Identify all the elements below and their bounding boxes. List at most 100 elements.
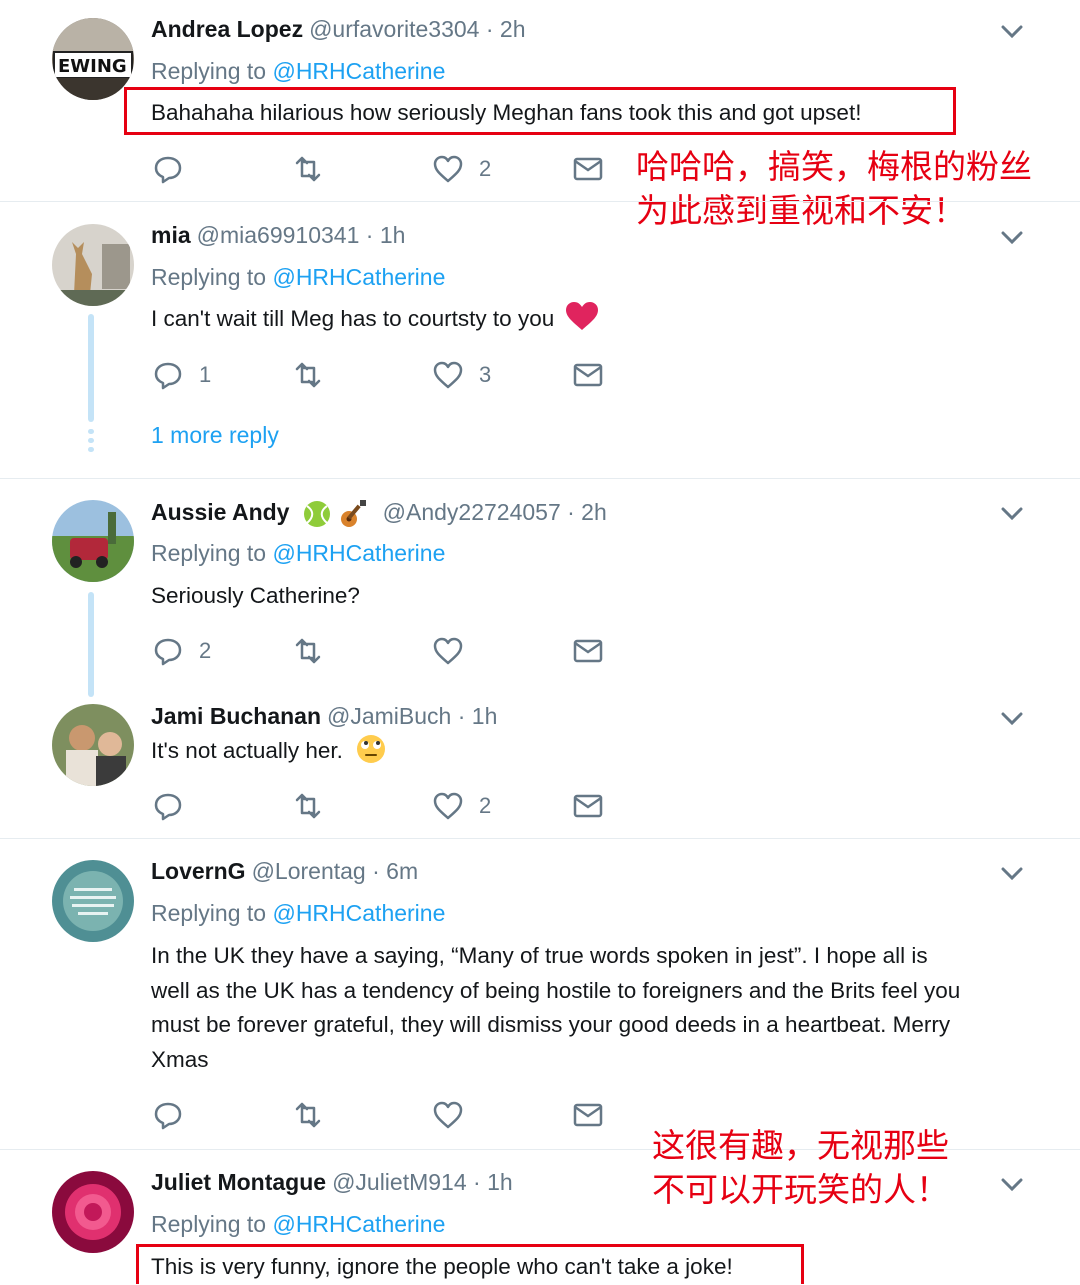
reply-count: 1 [199, 362, 212, 387]
retweet-icon [295, 638, 321, 664]
replying-to-line: Replying to @HRHCatherine [151, 1211, 445, 1238]
like-button[interactable] [431, 633, 465, 669]
like-count: 2 [479, 793, 492, 818]
handle[interactable]: @JulietM914 · 1h [332, 1169, 513, 1195]
mention-link[interactable]: @HRHCatherine [272, 900, 445, 926]
like-button[interactable] [431, 1097, 465, 1133]
tweet-text-line: must be forever grateful, they will dism… [151, 1012, 951, 1037]
avatar-image: EWING [52, 18, 134, 100]
avatar-image [52, 704, 134, 786]
like-count: 3 [479, 362, 492, 387]
reply-button[interactable] [151, 151, 185, 187]
reply-button[interactable]: 1 [151, 357, 211, 393]
avatar-image [52, 1171, 134, 1253]
handle[interactable]: @mia69910341 · 1h [197, 222, 406, 248]
highlight-box-last [136, 1244, 804, 1284]
chevron-down-icon[interactable] [1000, 24, 1024, 40]
chevron-down-icon[interactable] [1000, 866, 1024, 882]
retweet-button[interactable] [291, 151, 325, 187]
handle[interactable]: @Lorentag · 6m [252, 858, 419, 884]
replying-to-label: Replying to [151, 540, 267, 566]
replying-to-line: Replying to @HRHCatherine [151, 540, 445, 567]
retweet-icon [295, 362, 321, 388]
like-button[interactable]: 2 [431, 788, 491, 824]
handle[interactable]: @urfavorite3304 · 2h [309, 16, 525, 42]
tweet-header: Andrea Lopez @urfavorite3304 · 2h [151, 16, 526, 43]
replying-to-label: Replying to [151, 264, 267, 290]
mention-link[interactable]: @HRHCatherine [272, 58, 445, 84]
tweet-text: It's not actually her. [151, 738, 343, 763]
avatar[interactable] [52, 224, 134, 306]
tweet-text: In the UK they have a saying, “Many of t… [151, 939, 960, 1077]
display-name[interactable]: Andrea Lopez [151, 16, 303, 42]
annotation-last: 这很有趣，无视那些 不可以开玩笑的人！ [652, 1124, 949, 1212]
display-name[interactable]: Jami Buchanan [151, 703, 321, 729]
tweet-actions: 2 [151, 788, 621, 828]
guitar-emoji-icon [341, 500, 367, 527]
avatar[interactable] [52, 500, 134, 582]
dm-button[interactable] [571, 151, 605, 187]
avatar[interactable] [52, 1171, 134, 1253]
retweet-icon [295, 1102, 321, 1128]
replying-to-label: Replying to [151, 1211, 267, 1237]
tweet-loverng[interactable]: LovernG @Lorentag · 6m Replying to @HRHCa… [0, 839, 1080, 1149]
reply-count: 2 [199, 638, 212, 663]
mention-link[interactable]: @HRHCatherine [272, 264, 445, 290]
handle[interactable]: @JamiBuch · 1h [327, 703, 497, 729]
reply-icon [154, 638, 182, 666]
dm-button[interactable] [571, 788, 605, 824]
replying-to-line: Replying to @HRHCatherine [151, 58, 445, 85]
retweet-button[interactable] [291, 788, 325, 824]
reply-button[interactable]: 2 [151, 633, 211, 669]
dm-button[interactable] [571, 1097, 605, 1133]
retweet-button[interactable] [291, 357, 325, 393]
dm-button[interactable] [571, 357, 605, 393]
annotation-first-line-1: 哈哈哈，搞笑，梅根的粉丝 [636, 147, 1032, 186]
display-name[interactable]: LovernG [151, 858, 246, 884]
chevron-down-icon[interactable] [1000, 506, 1024, 522]
dm-button[interactable] [571, 633, 605, 669]
like-button[interactable]: 2 [431, 151, 491, 187]
tennis-ball-emoji-icon [303, 501, 330, 527]
reply-button[interactable] [151, 788, 185, 824]
envelope-icon [573, 363, 603, 387]
highlight-box-first [124, 87, 956, 135]
mention-link[interactable]: @HRHCatherine [272, 1211, 445, 1237]
retweet-button[interactable] [291, 633, 325, 669]
chevron-down-icon[interactable] [1000, 230, 1024, 246]
like-count: 2 [479, 156, 492, 181]
reply-button[interactable] [151, 1097, 185, 1133]
heart-outline-icon [433, 361, 463, 389]
tweet-actions: 2 [151, 633, 621, 673]
tweet-jami-buchanan[interactable]: Jami Buchanan @JamiBuch · 1h It's not act… [0, 690, 1080, 838]
reply-icon [154, 156, 182, 184]
heart-outline-icon [433, 637, 463, 665]
chevron-down-icon[interactable] [1000, 711, 1024, 727]
tweet-aussie-andy[interactable]: Aussie Andy @Andy22724057 · 2h Replying … [0, 479, 1080, 697]
tweet-text-line: well as the UK has a tendency of being h… [151, 977, 961, 1003]
chevron-down-icon[interactable] [1000, 1177, 1024, 1193]
envelope-icon [573, 157, 603, 181]
tweet-header: Jami Buchanan @JamiBuch · 1h [151, 703, 497, 730]
tweet-text-line: Xmas [151, 1046, 209, 1072]
heart-outline-icon [433, 1101, 463, 1129]
avatar[interactable]: EWING [52, 18, 134, 100]
tweet-header: Aussie Andy @Andy22724057 · 2h [151, 498, 607, 530]
mention-link[interactable]: @HRHCatherine [272, 540, 445, 566]
more-replies-link[interactable]: 1 more reply [151, 422, 279, 449]
tweet-text-row: It's not actually her. [151, 734, 387, 769]
display-name[interactable]: Juliet Montague [151, 1169, 326, 1195]
retweet-button[interactable] [291, 1097, 325, 1133]
retweet-icon [295, 156, 321, 182]
avatar[interactable] [52, 860, 134, 942]
display-name[interactable]: mia [151, 222, 191, 248]
display-name[interactable]: Aussie Andy [151, 499, 289, 525]
avatar-sign-text: EWING [58, 56, 127, 77]
like-button[interactable]: 3 [431, 357, 491, 393]
avatar[interactable] [52, 704, 134, 786]
tweet-text-line: In the UK they have a saying, “Many of t… [151, 943, 928, 968]
envelope-icon [573, 639, 603, 663]
handle[interactable]: @Andy22724057 · 2h [383, 499, 607, 525]
tweet-mia[interactable]: mia @mia69910341 · 1h Replying to @HRHCat… [0, 202, 1080, 478]
reply-icon [154, 362, 182, 390]
